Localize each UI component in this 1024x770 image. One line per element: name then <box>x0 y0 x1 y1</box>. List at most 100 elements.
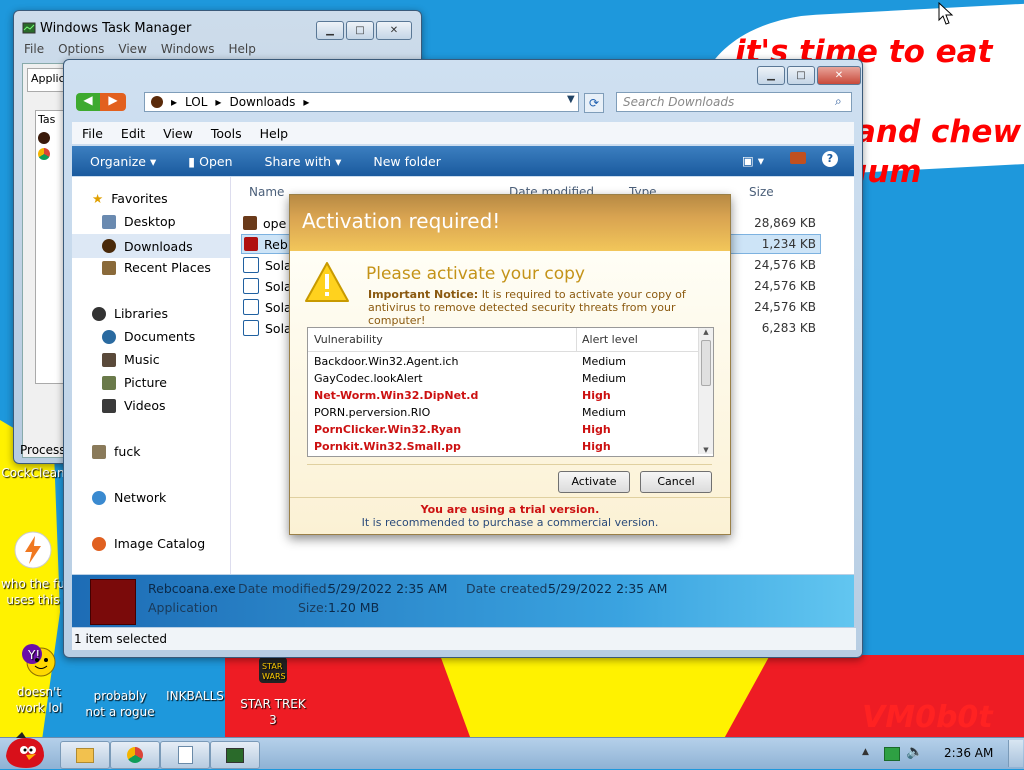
nav-music[interactable]: Music <box>102 352 160 367</box>
table-row[interactable]: PornClicker.Win32.Ryan High <box>314 421 698 438</box>
table-row[interactable]: PORN.perversion.RIO Medium <box>314 404 698 421</box>
desktop-icon-star-trek[interactable]: STAR WARS STAR TREK 3 <box>236 650 310 728</box>
refresh-icon[interactable]: ⟳ <box>584 93 604 113</box>
menu-tools[interactable]: Tools <box>211 126 242 141</box>
taskbar-clock[interactable]: 2:36 AM <box>944 746 993 760</box>
nav-downloads[interactable]: Downloads <box>72 234 230 258</box>
file-row[interactable]: Sola <box>243 276 292 296</box>
column-name[interactable]: Name <box>249 185 284 199</box>
disk-image-icon <box>243 257 259 273</box>
search-icon[interactable]: ⌕ <box>835 94 842 109</box>
volume-icon[interactable]: 🔈 <box>906 744 923 760</box>
network-tray-icon[interactable] <box>884 747 900 761</box>
table-row[interactable]: Net-Worm.Win32.DipNet.d High <box>314 387 698 404</box>
breadcrumb-sep-icon: ▸ <box>215 95 222 109</box>
file-row[interactable]: Sola <box>243 255 292 275</box>
scroll-down-icon[interactable]: ▼ <box>699 446 713 454</box>
view-options-icon[interactable]: ▣ ▾ <box>742 153 764 168</box>
nav-network[interactable]: Network <box>92 490 166 505</box>
minimize-button[interactable]: ▁ <box>316 21 344 40</box>
scroll-thumb[interactable] <box>701 340 711 386</box>
details-size: 1.20 MB <box>328 600 380 615</box>
preview-pane-icon[interactable] <box>790 152 806 164</box>
address-dropdown-icon[interactable]: ▼ <box>567 94 575 105</box>
star-icon: ★ <box>92 191 104 206</box>
menu-options[interactable]: Options <box>58 42 104 56</box>
desktop-icon-inkballs[interactable]: INKBALLS <box>160 650 230 704</box>
taskbar-explorer-button[interactable] <box>60 741 110 769</box>
share-with-button[interactable]: Share with ▾ <box>265 154 342 169</box>
activation-dialog[interactable]: Activation required! Please activate you… <box>289 194 731 535</box>
show-hidden-icons-icon[interactable]: ▲ <box>862 747 869 757</box>
menu-view[interactable]: View <box>163 126 193 141</box>
menu-help[interactable]: Help <box>260 126 289 141</box>
taskbar-task-manager-button[interactable] <box>210 741 260 769</box>
table-row[interactable]: Backdoor.Win32.Agent.ich Medium <box>314 353 698 370</box>
file-row[interactable]: ope <box>243 213 286 233</box>
menu-file[interactable]: File <box>24 42 44 56</box>
file-thumbnail <box>90 579 136 625</box>
new-folder-button[interactable]: New folder <box>373 154 441 169</box>
dialog-title: Activation required! <box>302 209 501 233</box>
maximize-button[interactable]: □ <box>787 66 815 85</box>
desktop-icon-not-rogue[interactable]: probably not a rogue <box>80 650 160 720</box>
table-scrollbar[interactable]: ▲ ▼ <box>698 328 713 454</box>
file-row[interactable]: Sola <box>243 297 292 317</box>
nav-favorites[interactable]: ★ Favorites <box>92 191 168 206</box>
column-size[interactable]: Size <box>749 185 774 199</box>
cancel-button[interactable]: Cancel <box>640 471 712 493</box>
maximize-button[interactable]: □ <box>346 21 374 40</box>
chrome-icon <box>127 747 143 763</box>
table-row[interactable]: Pornkit.Win32.Small.pp High <box>314 438 698 455</box>
nav-desktop[interactable]: Desktop <box>102 214 176 229</box>
forward-button[interactable]: ▶ <box>100 93 126 111</box>
desktop-icon-cockclean[interactable]: CockClean <box>0 465 66 481</box>
organize-button[interactable]: Organize ▾ <box>90 154 156 169</box>
activate-button[interactable]: Activate <box>558 471 630 493</box>
nav-documents[interactable]: Documents <box>102 329 195 344</box>
breadcrumb-lol[interactable]: LOL <box>185 95 207 109</box>
show-desktop-button[interactable] <box>1008 740 1023 767</box>
menu-view[interactable]: View <box>118 42 146 56</box>
archive-icon <box>243 216 257 230</box>
details-date-created: 5/29/2022 2:35 AM <box>548 581 668 596</box>
close-button[interactable]: ✕ <box>376 21 412 40</box>
status-bar: 1 item selected <box>72 628 856 650</box>
menu-help[interactable]: Help <box>228 42 255 56</box>
nav-image-catalog[interactable]: Image Catalog <box>92 536 205 551</box>
open-button[interactable]: ▮ Open <box>188 154 232 169</box>
desktop-icon-label: 3 <box>269 713 277 727</box>
help-icon[interactable]: ? <box>822 151 838 167</box>
column-vulnerability[interactable]: Vulnerability <box>314 333 383 346</box>
close-button[interactable]: ✕ <box>817 66 861 85</box>
taskbar-chrome-button[interactable] <box>110 741 160 769</box>
scroll-up-icon[interactable]: ▲ <box>699 328 713 336</box>
start-button-angry-bird-icon[interactable] <box>2 732 48 770</box>
nav-recent-places[interactable]: Recent Places <box>102 260 211 275</box>
exe-icon <box>244 237 258 251</box>
menu-file[interactable]: File <box>82 126 103 141</box>
nav-homegroup[interactable]: fuck <box>92 444 140 459</box>
search-input[interactable]: Search Downloads <box>616 92 852 112</box>
table-header: Vulnerability Alert level <box>308 328 698 352</box>
trial-line-1: You are using a trial version. <box>420 503 600 516</box>
details-pane: Rebcoana.exe Application Date modified: … <box>72 575 854 627</box>
menu-windows[interactable]: Windows <box>161 42 215 56</box>
menu-edit[interactable]: Edit <box>121 126 145 141</box>
nav-pictures[interactable]: Picture <box>102 375 167 390</box>
taskbar-notepad-button[interactable] <box>160 741 210 769</box>
address-bar[interactable]: ▸ LOL ▸ Downloads ▸ ▼ <box>144 92 579 112</box>
nav-videos[interactable]: Videos <box>102 398 166 413</box>
table-row[interactable]: GayCodec.lookAlert Medium <box>314 370 698 387</box>
signature-text: VM0b0t <box>862 700 993 735</box>
breadcrumb-downloads[interactable]: Downloads <box>229 95 295 109</box>
file-row[interactable]: Sola <box>243 318 292 338</box>
column-alert-level[interactable]: Alert level <box>582 333 638 346</box>
back-button[interactable]: ◀ <box>76 93 100 111</box>
chrome-icon <box>38 148 50 160</box>
desktop-icon-lightning[interactable]: who the fu uses this <box>0 530 66 608</box>
nav-libraries[interactable]: Libraries <box>92 306 168 321</box>
important-notice: Important Notice: It is required to acti… <box>368 288 720 327</box>
minimize-button[interactable]: ▁ <box>757 66 785 85</box>
vulnerability-table[interactable]: Vulnerability Alert level Backdoor.Win32… <box>307 327 714 457</box>
